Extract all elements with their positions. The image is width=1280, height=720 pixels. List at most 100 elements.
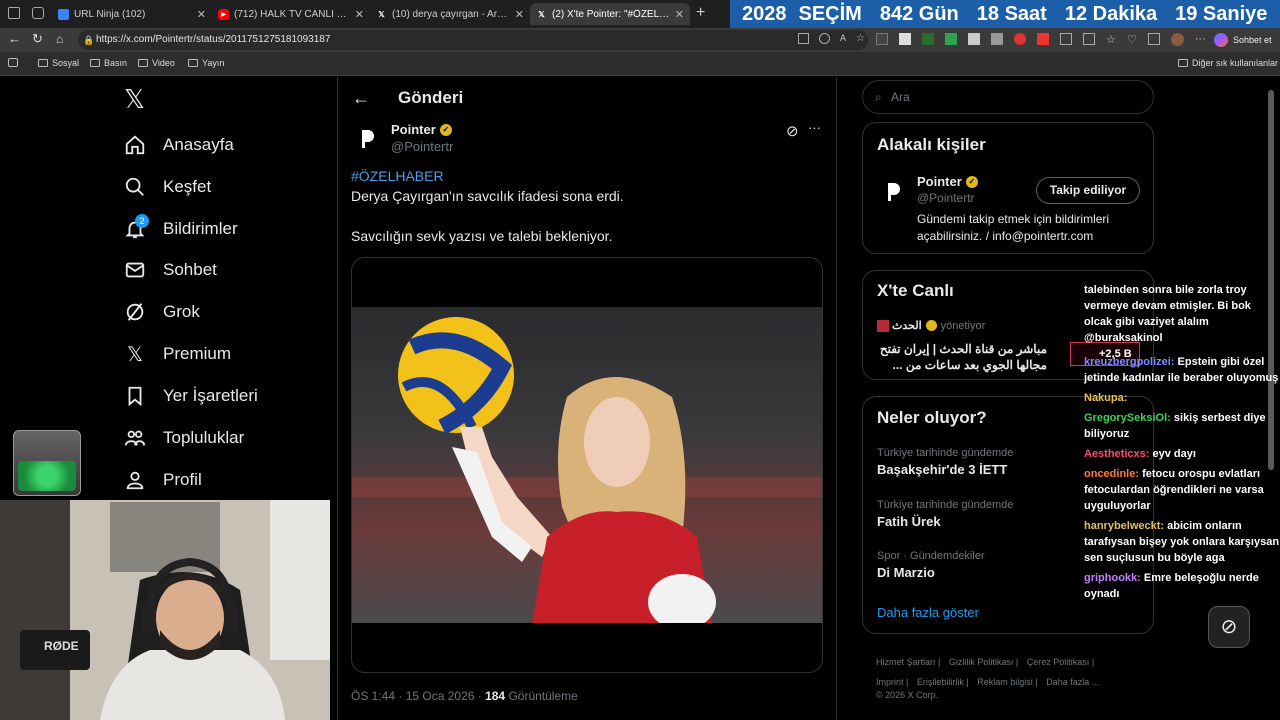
nav-premium[interactable]: 𝕏 Premium — [124, 339, 231, 369]
copilot-icon — [1214, 33, 1228, 47]
search-icon — [124, 176, 146, 198]
nav-profile[interactable]: Profil — [124, 465, 202, 495]
bookmark-video[interactable]: Video — [138, 58, 175, 68]
split-screen-icon[interactable] — [1083, 33, 1095, 45]
refresh-icon[interactable]: ↻ — [32, 31, 43, 47]
reading-list-icon[interactable] — [8, 58, 18, 67]
url-actions: A ☆ — [798, 33, 865, 44]
countdown-hours: 18 Saat — [976, 2, 1047, 25]
more-options-icon[interactable]: ··· — [808, 120, 821, 135]
nav-home[interactable]: Anasayfa — [124, 130, 234, 160]
nav-bookmarks[interactable]: Yer İşaretleri — [124, 381, 258, 411]
heart-icon[interactable]: ♡ — [1127, 33, 1137, 46]
close-tab-icon[interactable]: ✕ — [355, 8, 364, 21]
donation-jar-overlay — [13, 430, 81, 496]
nav-explore[interactable]: Keşfet — [124, 172, 211, 202]
lock-icon: 🔒 — [83, 35, 95, 45]
bookmark-basin[interactable]: Basın — [90, 58, 127, 68]
trend-item[interactable]: Türkiye tarihinde gündemde Fatih Ürek — [877, 499, 1013, 529]
show-more-link[interactable]: Daha fazla göster — [877, 605, 979, 620]
related-people-card: Alakalı kişiler Pointer ✓ @Pointertr Tak… — [862, 122, 1154, 254]
grok-float-icon[interactable]: ⊘ — [1208, 606, 1250, 648]
more-menu-icon[interactable]: ··· — [1195, 33, 1206, 46]
author-name-row[interactable]: Pointer ✓ — [391, 122, 452, 137]
author-avatar[interactable] — [351, 122, 385, 156]
live-text[interactable]: مباشر من قناة الحدث | إيران تفتح مجالها … — [877, 341, 1047, 373]
footer-link[interactable]: Reklam bilgisi — [977, 677, 1033, 687]
close-tab-icon[interactable]: ✕ — [197, 8, 206, 21]
grok-explain-icon[interactable]: ⊘ — [786, 122, 799, 140]
x-logo-icon[interactable]: 𝕏 — [124, 86, 150, 112]
tab-pointer-post[interactable]: 𝕏 (2) X'te Pointer: "#ÖZELHABER De ✕ — [530, 3, 690, 25]
communities-icon — [124, 427, 146, 449]
person-icon — [124, 469, 146, 491]
chat-message: Aestheticxs: eyv dayı — [1084, 448, 1196, 460]
copilot-chat-button[interactable]: Sohbet et — [1214, 31, 1272, 49]
related-name-row[interactable]: Pointer ✓ — [917, 174, 978, 189]
nav-communities[interactable]: Topluluklar — [124, 423, 244, 453]
bookmark-other[interactable]: Diğer sık kullanılanlar — [1178, 58, 1278, 68]
profile-avatar[interactable] — [1170, 33, 1184, 46]
window-menu-icon[interactable] — [8, 7, 20, 19]
tab-halk-tv[interactable]: ▶ (712) HALK TV CANLI YAYINI | FUL ✕ — [212, 3, 370, 25]
back-icon[interactable]: ← — [8, 31, 21, 46]
extension-icon[interactable] — [945, 33, 957, 45]
author-handle[interactable]: @Pointertr — [391, 139, 453, 154]
tab-derya-search[interactable]: 𝕏 (10) derya çayırgan - Arama / X ✕ — [370, 3, 530, 25]
election-countdown: 2028 SEÇİM 842 Gün 18 Saat 12 Dakika 19 … — [730, 0, 1280, 28]
live-host-row[interactable]: الحدث yönetiyor — [877, 319, 985, 332]
related-avatar[interactable] — [877, 175, 911, 209]
footer-link[interactable]: Çerez Politikası — [1027, 657, 1090, 667]
read-aloud-icon[interactable]: A — [840, 33, 846, 44]
favorite-star-icon[interactable]: ☆ — [856, 33, 865, 44]
post-media[interactable] — [351, 257, 823, 673]
url-text: https://x.com/Pointertr/status/201175127… — [96, 34, 331, 45]
trend-item[interactable]: Türkiye tarihinde gündemde Başakşehir'de… — [877, 447, 1013, 477]
nav-grok[interactable]: Grok — [124, 297, 200, 327]
extension-icon[interactable] — [899, 33, 911, 45]
tab-actions-icon[interactable] — [32, 7, 44, 19]
close-tab-icon[interactable]: ✕ — [675, 8, 684, 21]
puzzle-icon[interactable] — [1060, 33, 1072, 45]
extension-icon[interactable] — [922, 33, 934, 45]
collections-icon[interactable] — [1147, 33, 1160, 45]
nav-notifications[interactable]: 2 Bildirimler — [124, 214, 238, 244]
tab-url-ninja[interactable]: URL Ninja (102) ✕ — [52, 3, 212, 25]
author-name: Pointer — [391, 122, 436, 137]
back-arrow-icon[interactable]: ← — [352, 88, 370, 109]
new-tab-icon[interactable]: + — [696, 4, 705, 22]
footer-link[interactable]: Imprint — [876, 677, 904, 687]
extension-icon[interactable] — [1014, 33, 1026, 45]
home-icon[interactable]: ⌂ — [56, 32, 63, 46]
trend-item[interactable]: Spor · Gündemdekiler Di Marzio — [877, 550, 985, 580]
related-handle[interactable]: @Pointertr — [917, 191, 975, 205]
nav-messages[interactable]: Sohbet — [124, 255, 217, 285]
extension-icon[interactable] — [991, 33, 1003, 45]
footer-link[interactable]: Daha fazla ... — [1046, 677, 1099, 687]
related-bio: Gündemi takip etmek için bildirimleri aç… — [917, 212, 1110, 243]
chat-message: hanrybelweckt: abicim onların tarafıysan… — [1084, 520, 1280, 564]
grok-icon — [124, 301, 146, 323]
post-text-line1: Derya Çayırgan'ın savcılık ifadesi sona … — [351, 188, 624, 204]
extension-icon[interactable] — [1037, 33, 1049, 45]
zoom-icon[interactable] — [819, 33, 830, 44]
post-hashtag[interactable]: #ÖZELHABER — [351, 168, 444, 184]
countdown-minutes: 12 Dakika — [1064, 2, 1158, 25]
bell-icon: 2 — [124, 214, 149, 240]
extension-icon[interactable] — [968, 33, 980, 45]
search-input[interactable]: ⌕ Ara — [862, 80, 1154, 114]
favorites-icon[interactable]: ☆ — [1106, 33, 1116, 46]
footer-link[interactable]: Hizmet Şartları — [876, 657, 936, 667]
footer-link[interactable]: Erişilebilirlik — [917, 677, 964, 687]
app-icon[interactable] — [798, 33, 809, 44]
extension-icon[interactable] — [876, 33, 888, 45]
related-title: Alakalı kişiler — [877, 135, 986, 154]
close-tab-icon[interactable]: ✕ — [515, 8, 524, 21]
following-button[interactable]: Takip ediliyor — [1036, 177, 1140, 204]
footer-link[interactable]: Gizlilik Politikası — [949, 657, 1014, 667]
bookmark-yayin[interactable]: Yayın — [188, 58, 224, 68]
view-count: 184 — [485, 689, 506, 703]
verified-gold-icon: ✓ — [965, 175, 978, 188]
url-bar[interactable]: 🔒 https://x.com/Pointertr/status/2011751… — [78, 30, 868, 50]
bookmark-sosyal[interactable]: Sosyal — [38, 58, 79, 68]
